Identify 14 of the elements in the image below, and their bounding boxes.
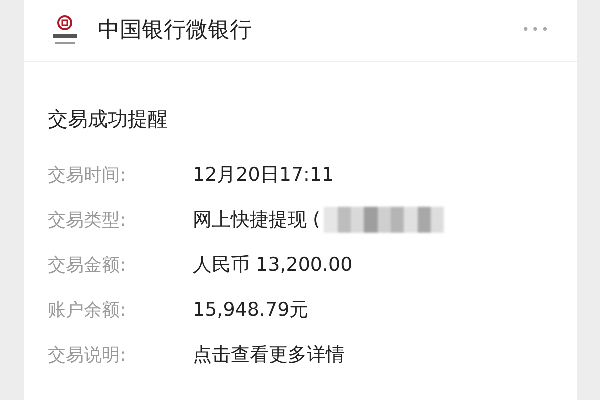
chat-title: 中国银行微银行 — [98, 17, 252, 45]
field-label: 交易类型: — [48, 208, 128, 232]
bank-logo-icon — [50, 14, 80, 46]
field-label: 交易金额: — [48, 254, 128, 278]
field-value: 12月20日17:11 — [193, 162, 334, 188]
field-label: 账户余额: — [48, 298, 128, 322]
field-label: 交易时间: — [48, 164, 128, 188]
field-value: 人民币 13,200.00 — [193, 252, 353, 278]
field-value: 网上快捷提现 ( — [193, 208, 320, 233]
message-title: 交易成功提醒 — [48, 106, 169, 133]
field-value: 15,948.79元 — [193, 298, 309, 323]
more-menu-button[interactable]: ••• — [522, 20, 551, 40]
field-value: 点击查看更多详情 — [193, 342, 345, 368]
field-label: 交易说明: — [48, 344, 128, 368]
